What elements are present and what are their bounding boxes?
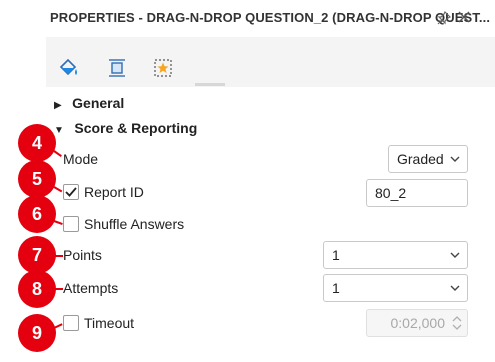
callout-badge: 4 bbox=[18, 124, 56, 162]
attempts-label: Attempts bbox=[63, 280, 119, 296]
callout-line bbox=[53, 150, 62, 157]
callout-badge: 7 bbox=[18, 236, 56, 274]
callout-badge: 6 bbox=[18, 195, 56, 233]
mode-select[interactable]: Graded bbox=[388, 145, 468, 173]
mode-value: Graded bbox=[397, 151, 444, 167]
report-id-checkbox[interactable] bbox=[63, 184, 79, 200]
mode-label: Mode bbox=[63, 151, 99, 167]
section-score-reporting[interactable]: ▼ Score & Reporting bbox=[54, 120, 197, 138]
points-select[interactable]: 1 bbox=[323, 241, 468, 269]
section-score-reporting-label: Score & Reporting bbox=[74, 120, 198, 136]
report-id-label: Report ID bbox=[84, 184, 144, 200]
callout-badge: 8 bbox=[18, 270, 56, 308]
attempts-select[interactable]: 1 bbox=[323, 274, 468, 302]
points-value: 1 bbox=[332, 247, 340, 263]
caret-down-icon: ▼ bbox=[54, 125, 64, 136]
timeout-input[interactable]: 0:02,000 bbox=[366, 309, 468, 337]
caret-right-icon: ▶ bbox=[54, 100, 62, 111]
attempts-value: 1 bbox=[332, 280, 340, 296]
callout-badge: 9 bbox=[18, 314, 56, 352]
chevron-down-icon bbox=[450, 252, 460, 258]
timeout-checkbox[interactable] bbox=[63, 315, 79, 331]
chevron-down-icon bbox=[450, 156, 460, 162]
close-icon[interactable] bbox=[456, 11, 472, 27]
check-icon bbox=[65, 187, 77, 197]
pin-icon[interactable] bbox=[436, 10, 452, 27]
shuffle-answers-checkbox[interactable] bbox=[63, 216, 79, 232]
spinner-icon[interactable] bbox=[452, 316, 462, 330]
timeout-value: 0:02,000 bbox=[390, 315, 446, 331]
points-label: Points bbox=[63, 247, 102, 263]
paint-bucket-icon[interactable] bbox=[58, 57, 80, 79]
callout-line bbox=[53, 323, 63, 329]
report-id-input[interactable]: 80_2 bbox=[366, 179, 468, 207]
resize-icon[interactable] bbox=[106, 57, 128, 79]
callout-badge: 5 bbox=[18, 160, 56, 198]
star-frame-icon[interactable] bbox=[152, 57, 174, 79]
callout-line bbox=[53, 186, 63, 193]
callout-line bbox=[53, 220, 63, 226]
chevron-down-icon bbox=[450, 285, 460, 291]
section-general-label: General bbox=[72, 95, 125, 111]
properties-tabbar bbox=[46, 37, 495, 87]
active-tab-indicator bbox=[195, 83, 225, 86]
callout-line bbox=[54, 255, 63, 257]
callout-line bbox=[54, 288, 63, 290]
shuffle-answers-label: Shuffle Answers bbox=[84, 216, 185, 232]
section-general[interactable]: ▶ General bbox=[54, 95, 124, 113]
panel-title: PROPERTIES - DRAG-N-DROP QUESTION_2 (DRA… bbox=[50, 10, 491, 25]
timeout-label: Timeout bbox=[84, 315, 135, 331]
